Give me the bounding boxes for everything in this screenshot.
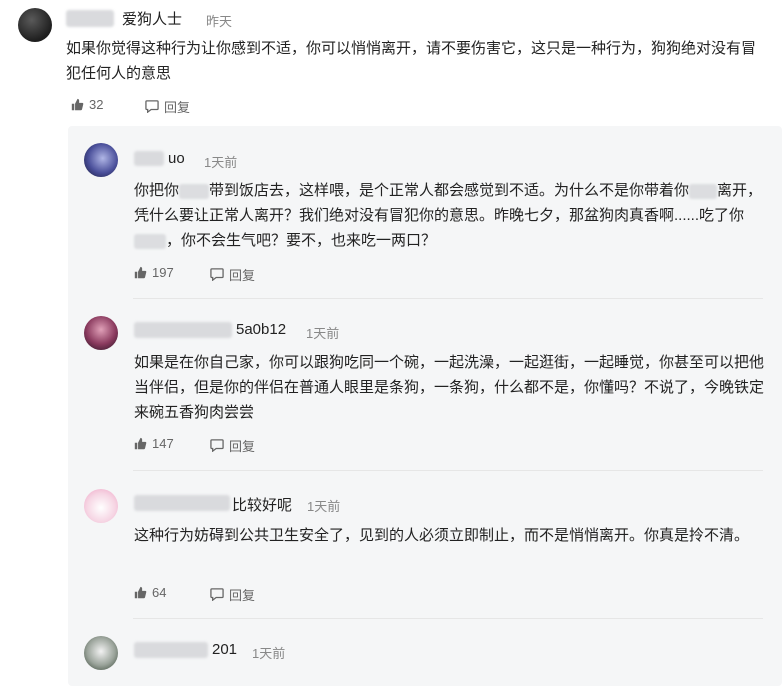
comment-text: 如果你觉得这种行为让你感到不适，你可以悄悄离开，请不要伤害它，这只是一种行为，狗… — [66, 40, 757, 82]
masked-word — [179, 183, 210, 199]
like-count: 147 — [152, 436, 174, 451]
divider — [133, 298, 763, 299]
reply-bubble-icon — [210, 588, 224, 601]
thumbs-up-icon — [134, 437, 147, 450]
avatar[interactable] — [84, 489, 118, 523]
avatar[interactable] — [84, 636, 118, 670]
comment-time: 昨天 — [206, 14, 233, 29]
thumbs-up-icon — [134, 266, 147, 279]
avatar[interactable] — [84, 143, 118, 177]
reply-label: 回复 — [164, 100, 191, 115]
like-button[interactable]: 32 — [71, 97, 103, 112]
reply-author[interactable]: 5a0b12 — [236, 321, 286, 338]
reply-author[interactable]: 201 — [212, 641, 237, 658]
reply-label: 回复 — [229, 588, 256, 603]
masked-username — [66, 10, 114, 27]
reply-bubble-icon — [210, 439, 224, 452]
masked-username — [134, 642, 208, 658]
reply-button[interactable]: 回复 — [210, 265, 255, 284]
masked-word — [689, 183, 718, 199]
divider — [133, 470, 763, 471]
reply-author[interactable]: 比较好呢 — [232, 494, 292, 515]
reply-button[interactable]: 回复 — [210, 436, 255, 455]
reply-time: 1天前 — [306, 326, 340, 341]
like-button[interactable]: 197 — [134, 265, 174, 280]
reply-bubble-icon — [210, 268, 224, 281]
reply-label: 回复 — [229, 268, 256, 283]
reply-button[interactable]: 回复 — [210, 585, 255, 604]
reply-text: 这种行为妨碍到公共卫生安全了，见到的人必须立即制止，而不是悄悄离开。你真是拎不清… — [134, 527, 750, 544]
like-count: 197 — [152, 265, 174, 280]
comment-author[interactable]: 爱狗人士 — [122, 8, 182, 29]
avatar[interactable] — [84, 316, 118, 350]
reply-time: 1天前 — [252, 646, 286, 661]
like-button[interactable]: 147 — [134, 436, 174, 451]
avatar[interactable] — [18, 8, 52, 42]
reply-text: 你把你 带到饭店去，这样喂，是个正常人都会感觉到不适。为什么不是你带着你 离开，凭什… — [134, 182, 763, 249]
reply-button[interactable]: 回复 — [145, 97, 190, 116]
reply-label: 回复 — [229, 439, 256, 454]
reply-author[interactable]: uo — [168, 150, 185, 167]
reply-time: 1天前 — [204, 155, 238, 170]
like-button[interactable]: 64 — [134, 585, 166, 600]
masked-word — [134, 233, 166, 249]
masked-username — [134, 322, 232, 338]
reply-bubble-icon — [145, 100, 159, 113]
thumbs-up-icon — [71, 98, 84, 111]
reply-text: 如果是在你自己家，你可以跟狗吃同一个碗，一起洗澡，一起逛街，一起睡觉，你甚至可以… — [134, 354, 765, 421]
masked-username — [134, 151, 164, 166]
thumbs-up-icon — [134, 586, 147, 599]
masked-username — [134, 495, 230, 511]
like-count: 64 — [152, 585, 167, 600]
reply-time: 1天前 — [307, 499, 341, 514]
divider — [133, 618, 763, 619]
like-count: 32 — [89, 97, 104, 112]
